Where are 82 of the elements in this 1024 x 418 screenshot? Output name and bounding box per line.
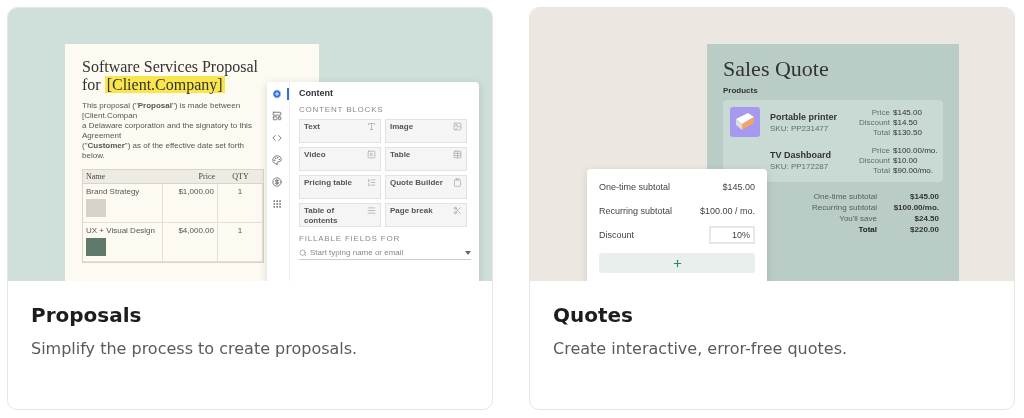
table-cell-text: Brand Strategy [86,187,141,196]
summary-label: One-time subtotal [813,192,877,201]
caret-icon [465,250,471,255]
content-block[interactable]: Video [299,147,381,171]
card-description: Create interactive, error-free quotes. [553,339,849,358]
summary-label: Recurring subtotal [812,203,877,212]
paragraph-line: ("Customer") as of the effective date set forth below. [82,141,246,161]
card-description: Simplify the process to create proposals. [31,339,359,358]
card-title: Proposals [31,303,143,327]
card-title: Quotes [553,303,634,327]
dollar-icon [272,177,282,187]
list-icon [367,178,376,187]
table-cell: 1 [218,184,263,223]
subtotal-value: $100.00 / mo. [699,206,755,216]
price-value: $130.50 [893,127,923,137]
document-title: Sales Quote [723,56,830,82]
subtotal-label: One-time subtotal [599,182,671,192]
price-value: $145.00 [893,107,923,117]
product-name: Portable printer [770,111,838,122]
search-icon [299,248,307,257]
play-icon [367,150,376,159]
content-block[interactable]: Page break [385,203,467,227]
lines-icon [367,206,376,215]
content-block[interactable]: Quote Builder [385,175,467,199]
section-label: FILLABLE FIELDS FOR [299,234,401,243]
price-label: Price [870,145,890,155]
content-block[interactable]: Text [299,119,381,143]
price-label: Price [870,107,890,117]
feature-card[interactable] [529,7,1015,410]
product-image [730,107,760,137]
scissors-icon [453,206,462,215]
column-header: QTY [218,170,263,184]
price-value: $90.00/mo. [893,165,935,175]
price-value: $14.50 [893,117,919,127]
price-label: Discount [858,155,890,165]
price-label: Discount [858,117,890,127]
plus-icon [671,257,683,269]
section-label: CONTENT BLOCKS [299,105,385,114]
palette-icon [272,155,282,165]
clipboard-icon [453,178,462,187]
table-icon [453,150,462,159]
summary-value: $145.00 [909,192,939,201]
discount-label: Discount [599,230,634,240]
table-cell: 1 [218,223,263,262]
layout-icon [272,111,282,121]
panel-heading: Content [299,88,334,98]
price-value: $10.00 [893,155,919,165]
summary-value: $220.00 [909,225,939,234]
discount-field[interactable]: 10% [709,226,755,244]
content-block[interactable]: Table [385,147,467,171]
photo-placeholder [86,199,106,217]
table-cell: $1,000.00 [163,184,218,223]
table-cell-text: UX + Visual Design [86,226,156,235]
grid-icon [272,199,282,209]
content-block[interactable]: Image [385,119,467,143]
price-label: Total [872,127,890,137]
text-icon [367,122,376,131]
content-block[interactable]: Table of contents [299,203,381,227]
subtotal-value: $145.00 [722,182,755,192]
summary-value: $24.50 [913,214,939,223]
price-value: $100.00/mo. [893,145,937,155]
paragraph-line: a Delaware corporation and the signatory to this Agreement [82,121,253,141]
image-icon [453,122,462,131]
summary-value: $100.00/mo. [892,203,939,212]
subtotal-label: Recurring subtotal [599,206,673,216]
summary-label: You'll save [839,214,877,223]
search-field[interactable]: Start typing name or email [310,248,462,257]
document-title: Software Services Proposal for [Client.Company] [82,58,259,94]
summary-label: Total [858,225,877,234]
product-sku: SKU: PP231477 [770,123,830,133]
feature-card[interactable] [7,7,493,410]
section-label: Products [723,86,759,95]
product-sku: SKU: PP172287 [770,161,830,171]
price-label: Total [872,165,890,175]
photo-placeholder [86,238,106,256]
plus-circle-icon [272,89,282,99]
product-name: TV Dashboard [770,149,832,160]
code-brackets-icon [272,133,282,143]
column-header: Name [83,170,163,184]
table-cell: $4,000.00 [163,223,218,262]
content-block[interactable]: Pricing table [299,175,381,199]
column-header: Price [163,170,218,184]
